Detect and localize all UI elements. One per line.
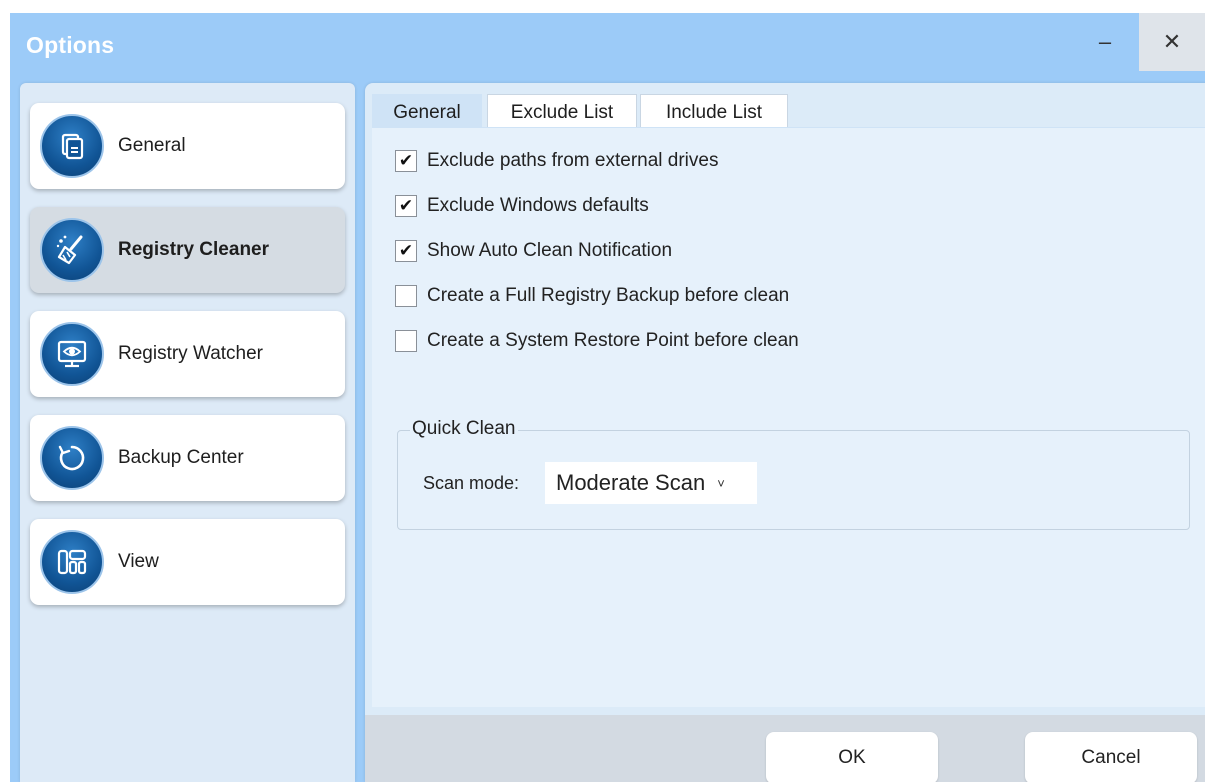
tab-include-list[interactable]: Include List <box>640 94 788 128</box>
option-exclude-external-drives[interactable]: ✔ Exclude paths from external drives <box>395 148 718 174</box>
close-icon: ✕ <box>1162 29 1182 54</box>
chevron-down-icon: ˅ <box>717 475 725 491</box>
checkbox-label: Exclude paths from external drives <box>427 150 719 171</box>
option-show-auto-clean-notification[interactable]: ✔ Show Auto Clean Notification <box>395 238 672 264</box>
title-bar[interactable]: Options – ✕ <box>10 13 1205 81</box>
monitor-eye-icon <box>40 322 104 386</box>
sidebar-item-label: General <box>118 135 186 156</box>
option-exclude-windows-defaults[interactable]: ✔ Exclude Windows defaults <box>395 193 649 219</box>
options-window: Options – ✕ General Registry Cleaner Reg… <box>10 13 1205 782</box>
close-button[interactable]: ✕ <box>1139 13 1205 71</box>
checkbox[interactable] <box>395 285 417 307</box>
checkbox-label: Show Auto Clean Notification <box>427 240 673 261</box>
minimize-button[interactable]: – <box>1077 13 1133 71</box>
option-system-restore-point[interactable]: Create a System Restore Point before cle… <box>395 328 799 354</box>
checkbox[interactable]: ✔ <box>395 195 417 217</box>
sidebar-item-label: Backup Center <box>118 447 244 468</box>
minimize-icon: – <box>1098 29 1112 54</box>
checkbox-label: Create a System Restore Point before cle… <box>427 330 799 351</box>
restore-icon <box>40 426 104 490</box>
quick-clean-title: Quick Clean <box>410 418 518 440</box>
sidebar-item-label: View <box>118 551 159 572</box>
sidebar-item-registry-cleaner[interactable]: Registry Cleaner <box>30 207 345 293</box>
sidebar-item-backup-center[interactable]: Backup Center <box>30 415 345 501</box>
sidebar-item-general[interactable]: General <box>30 103 345 189</box>
checkbox-label: Create a Full Registry Backup before cle… <box>427 285 790 306</box>
checkbox[interactable] <box>395 330 417 352</box>
scan-mode-value: Moderate Scan <box>556 470 706 495</box>
layout-icon <box>40 530 104 594</box>
checkbox-label: Exclude Windows defaults <box>427 195 649 216</box>
window-title: Options <box>26 32 115 58</box>
document-icon <box>40 114 104 178</box>
sidebar-item-label: Registry Cleaner <box>118 239 270 260</box>
checkbox[interactable]: ✔ <box>395 240 417 262</box>
sidebar-item-view[interactable]: View <box>30 519 345 605</box>
sidebar: General Registry Cleaner Registry Watche… <box>20 83 355 782</box>
scan-mode-label: Scan mode: <box>423 473 520 493</box>
broom-icon <box>40 218 104 282</box>
tab-general[interactable]: General <box>372 94 482 128</box>
quick-clean-group: Quick Clean Scan mode: Moderate Scan ˅ <box>397 418 1190 530</box>
option-full-registry-backup[interactable]: Create a Full Registry Backup before cle… <box>395 283 789 309</box>
sidebar-item-registry-watcher[interactable]: Registry Watcher <box>30 311 345 397</box>
sidebar-item-label: Registry Watcher <box>118 343 263 364</box>
content-panel: General Exclude List Include List ✔ Excl… <box>365 83 1205 782</box>
scan-mode-dropdown[interactable]: Moderate Scan ˅ <box>545 462 757 504</box>
cancel-button[interactable]: Cancel <box>1025 732 1197 782</box>
tab-exclude-list[interactable]: Exclude List <box>487 94 637 128</box>
dialog-footer: OK Cancel <box>365 715 1205 782</box>
general-tab-panel: ✔ Exclude paths from external drives ✔ E… <box>372 127 1205 707</box>
checkbox[interactable]: ✔ <box>395 150 417 172</box>
ok-button[interactable]: OK <box>766 732 938 782</box>
